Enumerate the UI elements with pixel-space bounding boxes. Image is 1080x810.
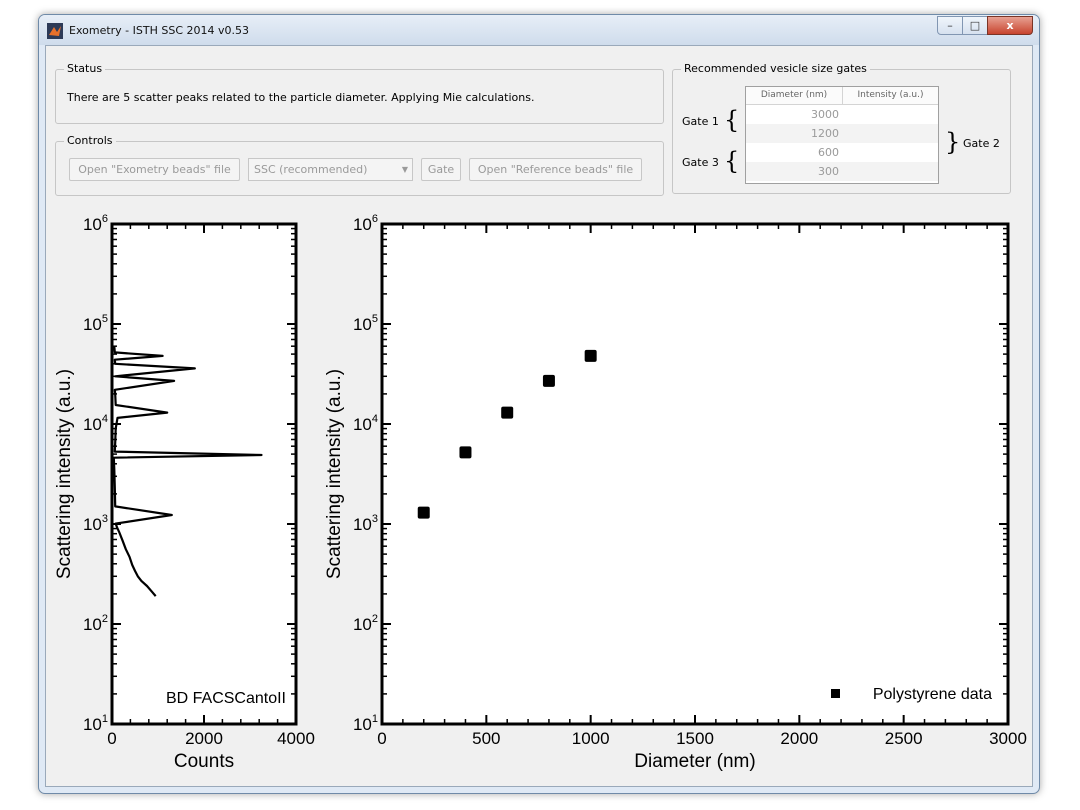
scatter-y-axis-label: Scattering intensity (a.u.) — [324, 369, 345, 579]
scatter-y-tick-label: 104 — [353, 413, 378, 434]
scatter-y-tick-label: 102 — [353, 613, 378, 634]
histogram-y-tick-label: 105 — [83, 313, 108, 334]
scatter-x-tick-label: 1000 — [572, 729, 610, 748]
histogram-x-tick-label: 0 — [107, 729, 116, 748]
histogram-x-tick-label: 2000 — [185, 729, 223, 748]
scatter-x-tick-label: 3000 — [989, 729, 1027, 748]
title-bar[interactable]: Exometry - ISTH SSC 2014 v0.53 – □ x — [39, 15, 1039, 45]
scatter-data-point — [542, 374, 555, 387]
close-button[interactable]: x — [987, 16, 1033, 35]
scatter-data-point — [584, 349, 597, 362]
scatter-x-tick-label: 1500 — [676, 729, 714, 748]
scatter-data-point — [459, 446, 472, 459]
scatter-legend-label: Polystyrene data — [873, 686, 992, 703]
histogram-y-tick-label: 104 — [83, 413, 108, 434]
histogram-y-tick-label: 102 — [83, 613, 108, 634]
histogram-y-tick-label: 103 — [83, 513, 108, 534]
histogram-y-tick-label: 101 — [83, 713, 108, 734]
maximize-button[interactable]: □ — [962, 16, 988, 35]
scatter-plot-area — [380, 222, 1010, 726]
matlab-icon — [47, 23, 63, 39]
histogram-x-axis-label: Counts — [174, 751, 234, 772]
histogram-x-tick-label: 4000 — [277, 729, 315, 748]
scatter-y-tick-label: 103 — [353, 513, 378, 534]
histogram-annotation: BD FACSCantoII — [166, 690, 286, 707]
scatter-x-tick-label: 2500 — [885, 729, 923, 748]
window-title: Exometry - ISTH SSC 2014 v0.53 — [69, 24, 249, 37]
application-window: Exometry - ISTH SSC 2014 v0.53 – □ x Sta… — [38, 14, 1040, 794]
scatter-x-axis-label: Diameter (nm) — [634, 751, 755, 772]
scatter-y-tick-label: 106 — [353, 213, 378, 234]
scatter-data-point — [501, 406, 514, 419]
minimize-button[interactable]: – — [937, 16, 963, 35]
histogram-y-tick-label: 106 — [83, 213, 108, 234]
scatter-x-tick-label: 0 — [377, 729, 386, 748]
client-area: Status There are 5 scatter peaks related… — [45, 45, 1033, 787]
histogram-chart: 0 2000 4000 101 102 103 104 105 106 Counts Scatter… — [54, 213, 315, 772]
scatter-x-tick-label: 500 — [472, 729, 500, 748]
diameter-scatter-chart: 0 500 1000 1500 2000 2500 3000 101 102 103 104 105 1… — [324, 213, 1027, 772]
scatter-y-tick-label: 105 — [353, 313, 378, 334]
scatter-data-point — [417, 506, 430, 519]
scatter-y-tick-label: 101 — [353, 713, 378, 734]
plots-canvas: 0 2000 4000 101 102 103 104 105 106 Counts Scatter… — [54, 213, 1027, 772]
histogram-plot-area — [110, 222, 298, 726]
scatter-x-tick-label: 2000 — [780, 729, 818, 748]
scatter-legend-marker — [831, 689, 840, 698]
histogram-y-axis-label: Scattering intensity (a.u.) — [54, 369, 75, 579]
